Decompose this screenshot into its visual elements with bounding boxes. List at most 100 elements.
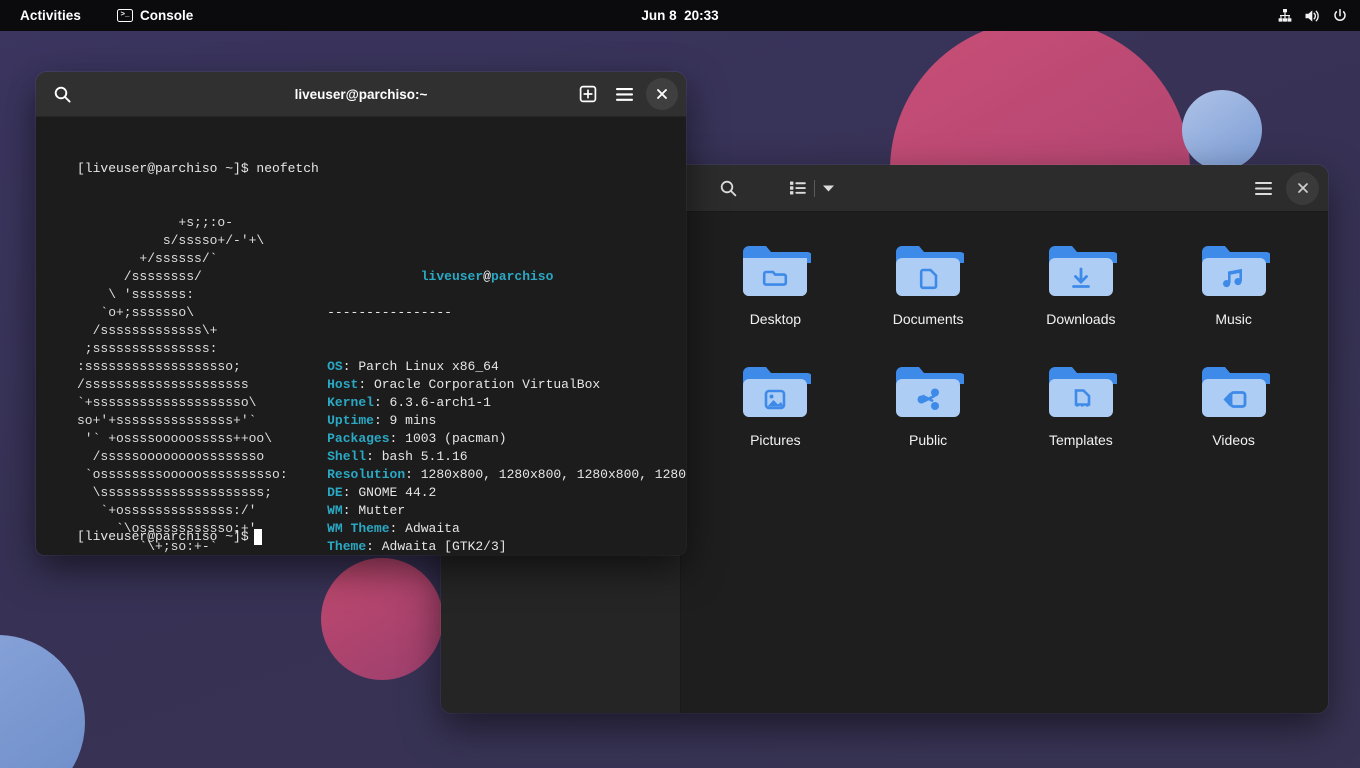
- neofetch-rule: ----------------: [327, 304, 686, 322]
- folder-downloads-icon: [1045, 240, 1117, 302]
- neofetch-info-key: DE: [327, 485, 343, 500]
- folder-item-templates[interactable]: Templates: [1005, 355, 1158, 454]
- terminal-menu-button[interactable]: [608, 78, 640, 110]
- search-icon: [719, 179, 738, 198]
- neofetch-info-line: DE: GNOME 44.2: [327, 484, 686, 502]
- activities-button[interactable]: Activities: [8, 4, 93, 28]
- folder-documents-icon: [892, 240, 964, 302]
- main-menu-button[interactable]: [1247, 172, 1280, 205]
- wallpaper-blob-pink-small: [321, 558, 443, 680]
- network-wired-icon: [1277, 8, 1293, 24]
- close-window-button[interactable]: [646, 78, 678, 110]
- neofetch-info-line: Packages: 1003 (pacman): [327, 430, 686, 448]
- folder-videos-icon: [1198, 361, 1270, 423]
- folder-label: Music: [1215, 311, 1252, 327]
- terminal-window: liveuser@parchiso:~: [36, 72, 686, 555]
- neofetch-info: liveuser@parchiso ---------------- OS: P…: [327, 214, 686, 555]
- files-toolbar: [681, 172, 1328, 205]
- neofetch-info-value: GNOME 44.2: [358, 485, 436, 500]
- neofetch-info-value: Oracle Corporation VirtualBox: [374, 377, 600, 392]
- hamburger-menu-icon: [1254, 181, 1273, 196]
- neofetch-info-key: Uptime: [327, 413, 374, 428]
- neofetch-info-value: 1280x800, 1280x800, 1280x800, 1280: [421, 467, 686, 482]
- system-tray[interactable]: [1277, 8, 1348, 24]
- folder-item-music[interactable]: Music: [1157, 234, 1310, 333]
- folder-grid: Desktop Documents: [681, 234, 1328, 454]
- folder-desktop-icon: [739, 240, 811, 302]
- neofetch-info-value: Parch Linux x86_64: [358, 359, 498, 374]
- folder-item-desktop[interactable]: Desktop: [699, 234, 852, 333]
- neofetch-info-line: Host: Oracle Corporation VirtualBox: [327, 376, 686, 394]
- neofetch-userhost: liveuser@parchiso: [327, 250, 686, 268]
- neofetch-info-key: Resolution: [327, 467, 405, 482]
- neofetch-info-line: OS: Parch Linux x86_64: [327, 358, 686, 376]
- search-button[interactable]: [712, 172, 745, 205]
- neofetch-info-key: OS: [327, 359, 343, 374]
- folder-label: Templates: [1049, 432, 1113, 448]
- neofetch-user: liveuser: [421, 269, 483, 284]
- neofetch-info-key: WM Theme: [327, 521, 389, 536]
- neofetch-host: parchiso: [491, 269, 553, 284]
- neofetch-ascii-logo: +s;;:o- s/sssso+/-'+\ +/ssssss/` /ssssss…: [77, 214, 327, 555]
- neofetch-info-key: Packages: [327, 431, 389, 446]
- view-options-dropdown[interactable]: [815, 172, 841, 205]
- folder-item-public[interactable]: Public: [852, 355, 1005, 454]
- folder-templates-icon: [1045, 361, 1117, 423]
- neofetch-info-line: Kernel: 6.3.6-arch1-1: [327, 394, 686, 412]
- neofetch-info-value: Adwaita [GTK2/3]: [382, 539, 507, 554]
- neofetch-info-value: 6.3.6-arch1-1: [390, 395, 491, 410]
- neofetch-info-key: Shell: [327, 449, 366, 464]
- folder-label: Pictures: [750, 432, 801, 448]
- folder-public-icon: [892, 361, 964, 423]
- folder-label: Desktop: [750, 311, 801, 327]
- folder-music-icon: [1198, 240, 1270, 302]
- neofetch-info-value: Mutter: [358, 503, 405, 518]
- neofetch-info-line: WM Theme: Adwaita: [327, 520, 686, 538]
- list-view-icon: [789, 180, 807, 196]
- folder-item-downloads[interactable]: Downloads: [1005, 234, 1158, 333]
- close-icon: [655, 87, 669, 101]
- folder-label: Downloads: [1046, 311, 1115, 327]
- volume-icon: [1304, 8, 1321, 24]
- neofetch-info-value: 9 mins: [390, 413, 437, 428]
- view-mode-toggle[interactable]: [781, 172, 841, 205]
- search-icon: [53, 85, 72, 104]
- neofetch-info-value: bash 5.1.16: [382, 449, 468, 464]
- neofetch-info-value: 1003 (pacman): [405, 431, 506, 446]
- terminal-output[interactable]: [liveuser@parchiso ~]$ neofetch +s;;:o- …: [36, 117, 686, 555]
- wallpaper-blob-blue-large: [0, 635, 85, 768]
- neofetch-info-key: Theme: [327, 539, 366, 554]
- terminal-icon: >_: [117, 9, 133, 22]
- neofetch-at: @: [483, 269, 491, 284]
- neofetch-output: +s;;:o- s/sssso+/-'+\ +/ssssss/` /ssssss…: [36, 214, 686, 555]
- terminal-headerbar: liveuser@parchiso:~: [36, 72, 686, 117]
- folder-label: Documents: [893, 311, 964, 327]
- neofetch-info-value: Adwaita: [405, 521, 460, 536]
- close-window-button[interactable]: [1286, 172, 1319, 205]
- new-tab-icon: [579, 85, 597, 103]
- terminal-cursor: [254, 529, 262, 545]
- neofetch-info-line: WM: Mutter: [327, 502, 686, 520]
- new-tab-button[interactable]: [572, 78, 604, 110]
- wallpaper-blob-blue-small: [1182, 90, 1262, 170]
- app-indicator-console[interactable]: >_ Console: [109, 4, 201, 28]
- files-grid-view: Desktop Documents: [681, 212, 1328, 713]
- app-indicator-label: Console: [140, 8, 193, 23]
- terminal-command-line: [liveuser@parchiso ~]$ neofetch: [36, 160, 686, 178]
- neofetch-info-key: WM: [327, 503, 343, 518]
- neofetch-info-key: Host: [327, 377, 358, 392]
- terminal-search-button[interactable]: [46, 78, 78, 110]
- hamburger-menu-icon: [615, 87, 634, 102]
- folder-item-documents[interactable]: Documents: [852, 234, 1005, 333]
- folder-item-pictures[interactable]: Pictures: [699, 355, 852, 454]
- list-view-button[interactable]: [781, 172, 814, 205]
- folder-item-videos[interactable]: Videos: [1157, 355, 1310, 454]
- neofetch-info-lines: OS: Parch Linux x86_64Host: Oracle Corpo…: [327, 358, 686, 555]
- neofetch-info-key: Kernel: [327, 395, 374, 410]
- panel-clock[interactable]: Jun 8 20:33: [641, 8, 718, 23]
- folder-label: Videos: [1212, 432, 1255, 448]
- prompt-text: [liveuser@parchiso ~]$: [77, 528, 249, 546]
- folder-pictures-icon: [739, 361, 811, 423]
- desktop: Activities >_ Console Jun 8 20:33: [0, 0, 1360, 768]
- terminal-prompt: [liveuser@parchiso ~]$: [36, 528, 262, 546]
